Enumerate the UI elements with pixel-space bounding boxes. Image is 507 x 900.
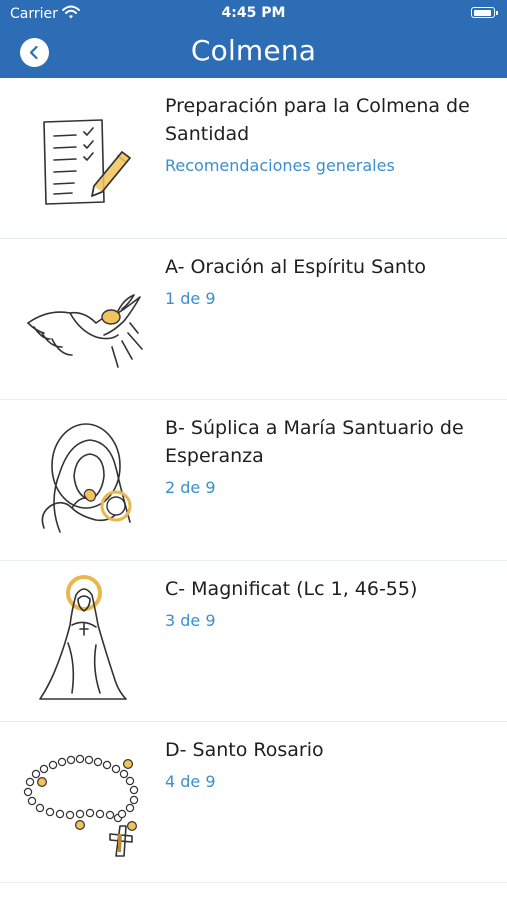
item-title: B- Súplica a María Santuario de Esperanz… — [165, 417, 464, 467]
navigation-bar: Carrier 4:45 PM Colmena — [0, 0, 507, 78]
list-item[interactable]: A- Oración al Espíritu Santo 1 de 9 — [0, 239, 507, 400]
item-title: C- Magnificat (Lc 1, 46-55) — [165, 578, 418, 600]
rosary-icon — [14, 734, 150, 870]
item-subtitle: Recomendaciones generales — [165, 156, 395, 175]
item-title: D- Santo Rosario — [165, 739, 324, 761]
list-item[interactable]: D- Santo Rosario 4 de 9 — [0, 722, 507, 883]
item-title: Preparación para la Colmena de Santidad — [165, 95, 470, 145]
item-title: A- Oración al Espíritu Santo — [165, 256, 426, 278]
list-item[interactable]: B- Súplica a María Santuario de Esperanz… — [0, 400, 507, 561]
item-subtitle: 2 de 9 — [165, 478, 216, 497]
status-bar: Carrier 4:45 PM — [0, 0, 507, 26]
clock: 4:45 PM — [221, 5, 286, 21]
dove-icon — [14, 251, 150, 387]
battery-icon — [471, 7, 498, 18]
mary-child-icon — [14, 412, 150, 548]
checklist-pencil-icon — [14, 90, 150, 226]
item-subtitle: 4 de 9 — [165, 772, 216, 791]
list-item[interactable]: C- Magnificat (Lc 1, 46-55) 3 de 9 — [0, 561, 507, 722]
list-item[interactable]: Preparación para la Colmena de Santidad … — [0, 78, 507, 239]
item-subtitle: 3 de 9 — [165, 611, 216, 630]
item-subtitle: 1 de 9 — [165, 289, 216, 308]
page-title: Colmena — [190, 34, 317, 67]
prayer-list: Preparación para la Colmena de Santidad … — [0, 78, 507, 883]
virgin-mary-icon — [14, 573, 150, 709]
